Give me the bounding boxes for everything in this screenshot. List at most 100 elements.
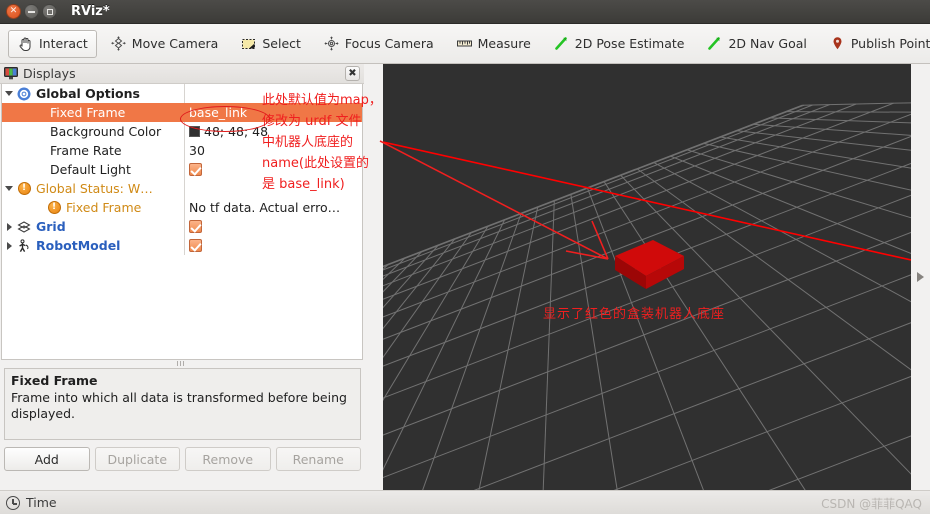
maximize-window-button[interactable] [42,4,57,19]
tree-row-fixed-frame[interactable]: Fixed Frame base_link [2,103,362,122]
viewport-expand-strip[interactable] [911,64,930,490]
tree-row-name-cell: Background Color [2,122,184,141]
displays-panel-title: Displays [23,66,76,81]
expander-down-icon[interactable] [2,91,16,96]
checkbox-checked-icon[interactable] [189,239,202,252]
tree-row-value-cell[interactable] [184,160,362,179]
tool-interact-label: Interact [39,36,88,51]
tree-row-value: base_link [189,105,248,120]
duplicate-button: Duplicate [94,447,180,471]
description-box: Fixed Frame Frame into which all data is… [4,368,361,440]
green-arrow-icon [553,35,570,52]
description-title: Fixed Frame [11,373,98,388]
displays-panel: Displays ✖ Global Options Fixed Frame base… [0,64,364,482]
robot-icon [16,238,32,253]
tree-row-name-cell: Default Light [2,160,184,179]
tool-publish-point[interactable]: Publish Point [820,30,930,58]
tree-row-global-status-w[interactable]: ! Global Status: W… [2,179,362,198]
gear-icon [16,87,32,101]
tree-row-value: 30 [189,143,205,158]
tool-move-camera[interactable]: Move Camera [101,30,228,58]
tree-row-background-color[interactable]: Background Color 48; 48; 48 [2,122,362,141]
focus-camera-icon [323,35,340,52]
tree-row-label: Global Options [36,86,140,101]
minimize-window-button[interactable] [24,4,39,19]
add-button[interactable]: Add [4,447,90,471]
tree-row-robotmodel[interactable]: RobotModel [2,236,362,255]
displays-icon [4,67,18,80]
tool-select[interactable]: Select [231,30,310,58]
tool-2d-nav-goal[interactable]: 2D Nav Goal [697,30,815,58]
tree-row-value-cell[interactable] [184,217,362,236]
expander-right-icon[interactable] [2,222,16,231]
grid-icon [16,220,32,234]
move-camera-icon [110,35,127,52]
tree-row-name-cell: Fixed Frame [2,103,184,122]
expander-down-icon[interactable] [2,186,16,191]
tree-row-name-cell: Global Options [2,84,184,103]
tree-row-value-cell[interactable]: 48; 48; 48 [184,122,362,141]
3d-viewport[interactable] [383,64,911,490]
panel-splitter-handle[interactable] [160,361,200,366]
checkbox-checked-icon[interactable] [189,163,202,176]
window-controls: ✕ [0,4,57,19]
hand-cursor-icon [17,35,34,52]
remove-button: Remove [185,447,271,471]
tool-focus-camera[interactable]: Focus Camera [314,30,443,58]
tree-row-name-cell: RobotModel [2,236,184,255]
tree-row-label: Frame Rate [50,143,122,158]
rviz-window: ✕ RViz* Interact Move Camera Select Focu… [0,0,930,514]
watermark: CSDN @菲菲QAQ [821,497,922,511]
tree-row-value-cell[interactable]: No tf data. Actual erro… [184,198,362,217]
tree-row-default-light[interactable]: Default Light [2,160,362,179]
checkbox-checked-icon[interactable] [189,220,202,233]
main-toolbar: Interact Move Camera Select Focus Camera… [0,24,930,64]
tool-focus-camera-label: Focus Camera [344,36,434,51]
tree-row-value-cell[interactable] [184,84,362,103]
tree-row-global-options[interactable]: Global Options [2,84,362,103]
chevron-right-icon[interactable] [917,272,924,282]
description-body: Frame into which all data is transformed… [11,389,347,422]
tree-row-fixed-frame[interactable]: ! Fixed Frame No tf data. Actual erro… [2,198,362,217]
displays-tree[interactable]: Global Options Fixed Frame base_link Backgr… [1,84,363,360]
close-displays-panel-button[interactable]: ✖ [345,66,360,81]
tree-row-grid[interactable]: Grid [2,217,362,236]
displays-panel-header: Displays ✖ [0,64,364,84]
tree-row-value-cell[interactable]: base_link [184,103,362,122]
color-swatch[interactable] [189,126,200,137]
tool-2d-nav-goal-label: 2D Nav Goal [728,36,807,51]
tree-row-label: Background Color [50,124,162,139]
tree-row-name-cell: ! Fixed Frame [2,198,184,217]
viewport-scene [383,102,911,490]
toolbar-grip[interactable] [2,31,6,57]
expander-right-icon[interactable] [2,241,16,250]
tree-row-name-cell: Frame Rate [2,141,184,160]
tool-measure[interactable]: Measure [447,30,540,58]
tree-row-label: Fixed Frame [50,105,126,120]
green-arrow-icon [706,35,723,52]
tree-row-value-cell[interactable]: 30 [184,141,362,160]
tree-row-frame-rate[interactable]: Frame Rate 30 [2,141,362,160]
tree-row-value: 48; 48; 48 [204,124,269,139]
warning-icon: ! [46,201,62,214]
tree-row-label: Default Light [50,162,131,177]
title-bar: ✕ RViz* [0,0,930,24]
map-pin-icon [829,35,846,52]
tool-2d-pose-estimate-label: 2D Pose Estimate [574,36,685,51]
x-axis-line [383,141,911,261]
warning-icon: ! [16,182,32,195]
close-icon: ✖ [348,67,357,79]
tree-row-label: Fixed Frame [66,200,142,215]
tree-row-value-cell[interactable] [184,179,362,198]
tree-row-name-cell: ! Global Status: W… [2,179,184,198]
rename-button: Rename [275,447,361,471]
tool-publish-point-label: Publish Point [850,36,930,51]
ruler-icon [456,35,473,52]
displays-button-row: Add Duplicate Remove Rename [4,447,361,471]
tree-row-value-cell[interactable] [184,236,362,255]
tool-move-camera-label: Move Camera [131,36,219,51]
tool-2d-pose-estimate[interactable]: 2D Pose Estimate [544,30,694,58]
select-rect-icon [240,35,257,52]
close-window-button[interactable]: ✕ [6,4,21,19]
tool-interact[interactable]: Interact [8,29,97,58]
